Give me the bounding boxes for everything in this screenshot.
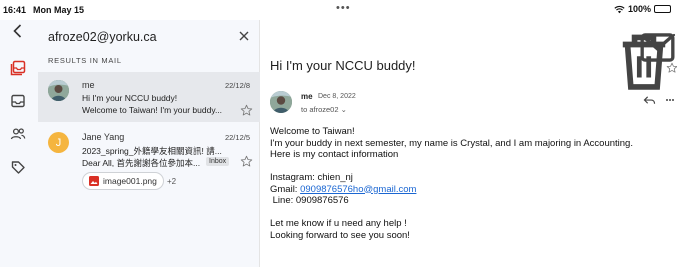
people-icon <box>10 128 26 140</box>
row-date: 22/12/5 <box>224 133 250 142</box>
wifi-icon <box>614 5 625 13</box>
rail-item-all-mail[interactable] <box>7 57 29 79</box>
multitasking-dots-icon[interactable]: ••• <box>336 2 351 14</box>
row-subject: Hi I'm your NCCU buddy! <box>82 93 178 103</box>
body-line: Instagram: chien_nj <box>270 172 353 183</box>
body-line: Line: 0909876576 <box>270 195 349 206</box>
gmail-label: Gmail: <box>270 183 301 195</box>
reply-icon[interactable] <box>643 95 656 106</box>
search-results-pane: afroze02@yorku.ca RESULTS IN MAIL me 22/… <box>38 20 260 267</box>
mail-stack-icon <box>10 60 26 76</box>
row-date: 22/12/8 <box>224 81 250 90</box>
status-time: 16:41 <box>3 5 27 15</box>
status-indicators: 100% <box>614 4 671 14</box>
chevron-down-icon: ⌄ <box>340 105 347 114</box>
recipient-toggle[interactable]: to afroze02 ⌄ <box>301 105 347 114</box>
body-line: Let me know if u need any help ! <box>270 218 407 229</box>
recipient-text: to afroze02 <box>301 105 339 114</box>
mail-row[interactable]: J Jane Yang 22/12/5 2023_spring_外籍學友相關資訊… <box>38 124 260 198</box>
results-section-label: RESULTS IN MAIL <box>48 56 122 65</box>
message-body: Welcome to Taiwan! I'm your buddy in nex… <box>270 126 633 241</box>
attachment-chip[interactable]: image001.png <box>82 172 164 190</box>
search-query[interactable]: afroze02@yorku.ca <box>48 30 157 44</box>
rail-item-labels[interactable] <box>7 156 29 178</box>
row-subject: 2023_spring_外籍學友相關資訊! 請... <box>82 146 222 156</box>
battery-icon <box>654 5 671 13</box>
row-sender: me <box>82 80 95 90</box>
avatar <box>48 80 69 101</box>
star-icon[interactable] <box>666 62 677 74</box>
rail-item-contacts[interactable] <box>7 123 29 145</box>
message-more-icon[interactable] <box>665 95 675 105</box>
sender-name: me <box>301 92 313 101</box>
row-sender: Jane Yang <box>82 132 125 142</box>
body-line: Looking forward to see you soon! <box>270 229 410 241</box>
row-snippet: Welcome to Taiwan! I'm your buddy... <box>82 105 223 115</box>
status-date: Mon May 15 <box>33 5 85 15</box>
attachment-name: image001.png <box>103 176 157 186</box>
status-bar: 16:41 Mon May 15 ••• 100% <box>0 0 677 20</box>
row-snippet: Dear All, 首先謝謝各位參加本... <box>82 158 201 168</box>
mail-row-selected[interactable]: me 22/12/8 Hi I'm your NCCU buddy! Welco… <box>38 72 260 122</box>
label-icon <box>11 161 25 174</box>
chevron-left-icon <box>13 24 22 38</box>
body-line: Welcome to Taiwan! <box>270 126 355 137</box>
inbox-icon <box>11 94 25 108</box>
more-options-icon[interactable] <box>663 28 677 42</box>
navigation-rail <box>0 20 38 267</box>
star-icon[interactable] <box>240 104 253 117</box>
body-line: I'm your buddy in next semester, my name… <box>270 137 633 149</box>
message-pane: Hi I'm your NCCU buddy! me Dec 8, 2022 t… <box>261 20 677 267</box>
rail-item-inbox[interactable] <box>7 90 29 112</box>
sender-avatar <box>270 91 292 113</box>
body-line: Here is my contact information <box>270 149 399 160</box>
more-attachments-count: +2 <box>167 177 177 186</box>
star-icon[interactable] <box>240 155 253 168</box>
image-file-icon <box>89 176 99 186</box>
message-date: Dec 8, 2022 <box>318 93 356 100</box>
battery-percent: 100% <box>627 4 651 14</box>
inbox-badge: Inbox <box>206 157 230 166</box>
gmail-link[interactable]: 0909876576ho@gmail.com <box>300 184 416 195</box>
body-line-gmail: Gmail: 0909876576ho@gmail.com <box>270 184 633 196</box>
avatar: J <box>48 132 69 153</box>
close-search-icon[interactable] <box>237 29 251 43</box>
back-button[interactable] <box>7 20 29 42</box>
message-subject: Hi I'm your NCCU buddy! <box>270 58 416 73</box>
